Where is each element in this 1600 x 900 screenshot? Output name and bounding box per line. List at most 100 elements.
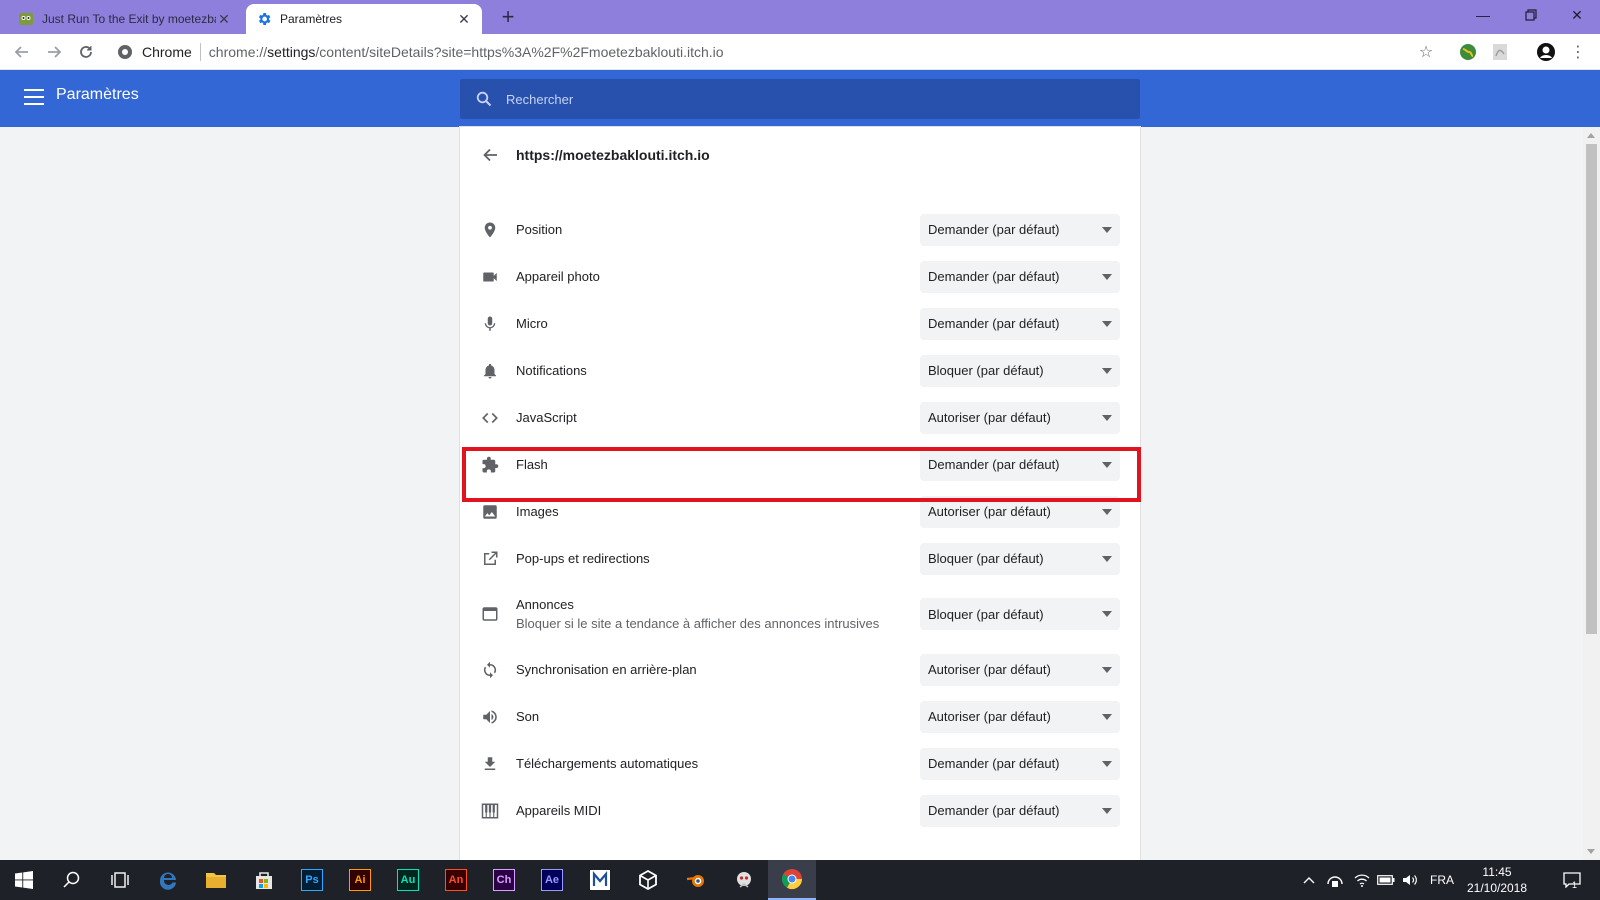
back-arrow-icon[interactable] (480, 145, 500, 165)
minimize-button[interactable]: — (1460, 0, 1506, 30)
back-button[interactable] (10, 40, 34, 64)
chrome-site-icon (116, 43, 134, 61)
permission-label: Images (516, 504, 559, 519)
settings-gear-icon (256, 11, 272, 27)
taskbar-app-misc[interactable] (720, 860, 768, 900)
taskbar-app-character-animator[interactable]: Ch (480, 860, 528, 900)
address-bar[interactable]: Chrome chrome://settings/content/siteDet… (110, 38, 1430, 66)
taskbar-app-animate[interactable]: An (432, 860, 480, 900)
scroll-up-arrow-icon[interactable] (1587, 133, 1595, 138)
microphone-icon (480, 314, 500, 334)
tab-title: Paramètres (280, 12, 343, 26)
close-window-button[interactable]: ✕ (1554, 0, 1600, 30)
hamburger-menu-icon[interactable] (24, 89, 44, 107)
permission-select[interactable]: Autoriser (par défaut) (920, 700, 1120, 733)
permission-label: Appareils MIDI (516, 803, 602, 818)
tray-wifi-icon[interactable] (1350, 860, 1374, 900)
taskbar-chrome[interactable] (768, 860, 816, 900)
bookmark-star-icon[interactable]: ☆ (1416, 42, 1436, 62)
arrow-right-icon (48, 46, 62, 58)
code-icon (480, 408, 500, 428)
close-tab-icon[interactable]: ✕ (216, 11, 232, 27)
extension-pdf-icon[interactable] (1490, 42, 1510, 62)
page-scrollbar[interactable] (1583, 127, 1600, 860)
tray-overflow-chevron-icon[interactable] (1298, 860, 1320, 900)
permission-select[interactable]: Demander (par défaut) (920, 794, 1120, 827)
clock-date: 21/10/2018 (1466, 881, 1528, 895)
action-center-button[interactable]: 1 (1552, 860, 1588, 900)
sync-icon (480, 660, 500, 680)
permission-label: Son (516, 709, 540, 724)
dropdown-arrow-icon (1102, 611, 1112, 617)
taskbar-search-button[interactable] (48, 860, 96, 900)
camera-icon (480, 267, 500, 287)
scrollbar-thumb[interactable] (1586, 144, 1597, 634)
piano-keys-icon (480, 801, 500, 821)
permission-select[interactable]: Demander (par défaut) (920, 213, 1120, 246)
profile-avatar-icon[interactable] (1536, 42, 1556, 62)
tray-language[interactable]: FRA (1424, 860, 1460, 900)
search-placeholder: Rechercher (506, 91, 574, 107)
permission-select[interactable]: Autoriser (par défaut) (920, 495, 1120, 528)
permission-label: Pop-ups et redirections (516, 551, 650, 566)
scroll-down-arrow-icon[interactable] (1587, 849, 1595, 854)
dropdown-arrow-icon (1102, 367, 1112, 374)
close-tab-icon[interactable]: ✕ (456, 11, 472, 27)
permission-row-images: Images Autoriser (par défaut) (460, 488, 1140, 535)
permission-sublabel: Bloquer si le site a tendance à afficher… (516, 616, 880, 631)
menu-kebab-icon[interactable]: ⋮ (1568, 42, 1588, 62)
permission-label: Annonces Bloquer si le site a tendance à … (516, 595, 920, 633)
new-tab-button[interactable]: + (496, 6, 520, 30)
tray-volume-icon[interactable] (1398, 860, 1422, 900)
reload-button[interactable] (74, 40, 98, 64)
tray-clock[interactable]: 11:45 21/10/2018 (1462, 864, 1532, 896)
taskbar-visual-studio[interactable] (576, 860, 624, 900)
site-header: https://moetezbaklouti.itch.io (460, 127, 1140, 183)
download-icon (480, 754, 500, 774)
search-icon (63, 871, 80, 888)
folder-icon (206, 873, 226, 888)
settings-search-input[interactable]: Rechercher (460, 79, 1140, 119)
permission-select[interactable]: Demander (par défaut) (920, 260, 1120, 293)
permission-row-sound: Son Autoriser (par défaut) (460, 693, 1140, 740)
taskbar-file-explorer[interactable] (192, 860, 240, 900)
tab-strip: Just Run To the Exit by moetezba ✕ Param… (0, 0, 1600, 34)
permission-select[interactable]: Bloquer (par défaut) (920, 354, 1120, 387)
taskbar-blender[interactable] (672, 860, 720, 900)
taskbar-app-photoshop[interactable]: Ps (288, 860, 336, 900)
tray-battery-icon[interactable] (1374, 860, 1398, 900)
permission-select[interactable]: Bloquer (par défaut) (920, 598, 1120, 630)
tab-game[interactable]: Just Run To the Exit by moetezba ✕ (8, 4, 242, 34)
after-effects-icon: Ae (541, 869, 563, 891)
permission-label: Notifications (516, 363, 587, 378)
tab-settings[interactable]: Paramètres ✕ (246, 4, 482, 34)
permission-row-notifications: Notifications Bloquer (par défaut) (460, 347, 1140, 394)
taskbar-app-illustrator[interactable]: Ai (336, 860, 384, 900)
start-button[interactable] (0, 860, 48, 900)
edge-browser-icon (159, 872, 176, 890)
taskbar-edge[interactable] (144, 860, 192, 900)
tray-network-share-icon[interactable] (1322, 860, 1348, 900)
task-view-button[interactable] (96, 860, 144, 900)
taskbar-app-after-effects[interactable]: Ae (528, 860, 576, 900)
restore-button[interactable] (1508, 0, 1554, 30)
permission-select[interactable]: Bloquer (par défaut) (920, 542, 1120, 575)
permission-row-microphone: Micro Demander (par défaut) (460, 300, 1140, 347)
permission-select[interactable]: Demander (par défaut) (920, 448, 1120, 481)
restore-icon (1525, 9, 1537, 21)
forward-button[interactable] (42, 40, 66, 64)
character-animator-icon: Ch (493, 869, 515, 891)
image-icon (480, 502, 500, 522)
permission-select[interactable]: Demander (par défaut) (920, 307, 1120, 340)
permission-select[interactable]: Autoriser (par défaut) (920, 653, 1120, 686)
permission-select[interactable]: Autoriser (par défaut) (920, 401, 1120, 434)
taskbar-unity[interactable] (624, 860, 672, 900)
dropdown-arrow-icon (1102, 760, 1112, 767)
permission-label: Appareil photo (516, 269, 600, 284)
permission-row-background-sync: Synchronisation en arrière-plan Autorise… (460, 646, 1140, 693)
taskbar-app-audition[interactable]: Au (384, 860, 432, 900)
taskbar-store[interactable] (240, 860, 288, 900)
permission-select[interactable]: Demander (par défaut) (920, 747, 1120, 780)
dropdown-arrow-icon (1102, 508, 1112, 515)
extension-globe-icon[interactable] (1458, 42, 1478, 62)
